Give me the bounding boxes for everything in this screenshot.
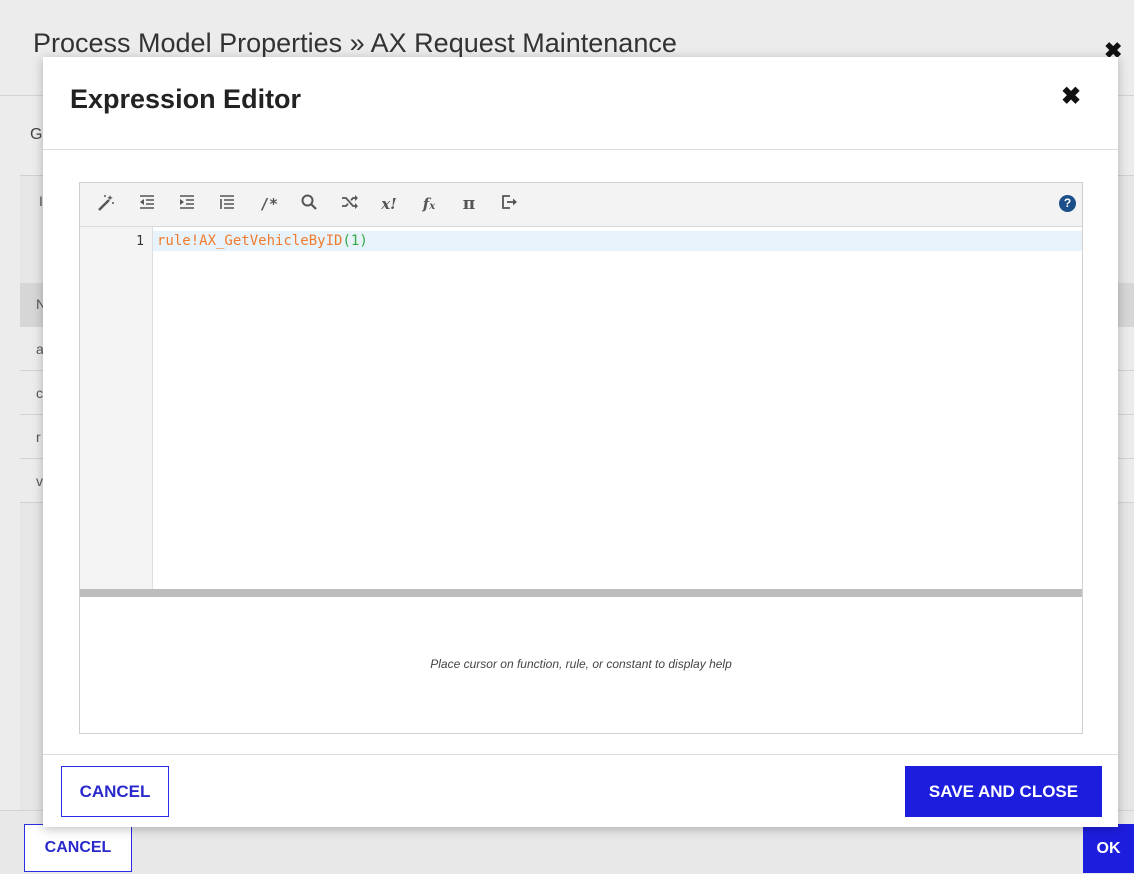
expression-editor: /* x! fx π ? 1 rule!AX_GetVehicleByID(1)… bbox=[79, 182, 1083, 734]
background-tab[interactable]: G bbox=[30, 126, 42, 144]
comment-icon[interactable]: /* bbox=[260, 193, 278, 215]
exclamation-icon[interactable]: x! bbox=[380, 193, 398, 215]
line-number-gutter: 1 bbox=[80, 227, 153, 589]
line-number: 1 bbox=[136, 234, 144, 249]
code-line[interactable]: rule!AX_GetVehicleByID(1) bbox=[157, 233, 368, 249]
cancel-button[interactable]: CANCEL bbox=[61, 766, 169, 817]
save-and-close-button[interactable]: SAVE AND CLOSE bbox=[905, 766, 1102, 817]
format-list-icon[interactable] bbox=[218, 193, 236, 215]
background-cancel-button[interactable]: CANCEL bbox=[24, 824, 132, 872]
search-icon[interactable] bbox=[300, 193, 318, 215]
magic-wand-icon[interactable] bbox=[96, 193, 116, 215]
pi-icon[interactable]: π bbox=[460, 193, 478, 215]
background-table-cell: r bbox=[36, 429, 41, 445]
background-table-cell: c bbox=[36, 385, 43, 401]
background-dialog-title: Process Model Properties » AX Request Ma… bbox=[33, 28, 677, 58]
indent-icon[interactable] bbox=[178, 193, 196, 215]
help-text: Place cursor on function, rule, or const… bbox=[430, 657, 732, 671]
shuffle-icon[interactable] bbox=[340, 193, 360, 215]
outdent-icon[interactable] bbox=[138, 193, 156, 215]
close-icon[interactable]: ✖ bbox=[1061, 82, 1081, 111]
background-table-cell: v bbox=[36, 473, 43, 489]
export-icon[interactable] bbox=[500, 193, 518, 215]
code-paren-open: ( bbox=[342, 233, 351, 249]
function-icon[interactable]: fx bbox=[420, 193, 438, 215]
expression-editor-modal: Expression Editor ✖ /* x! fx π ? 1 rule!… bbox=[43, 57, 1118, 827]
help-pane: Place cursor on function, rule, or const… bbox=[80, 597, 1082, 733]
background-ok-button[interactable]: OK bbox=[1083, 824, 1134, 873]
resize-splitter[interactable] bbox=[80, 589, 1082, 597]
help-icon[interactable]: ? bbox=[1059, 195, 1076, 212]
code-rule-token: rule!AX_GetVehicleByID bbox=[157, 233, 343, 249]
code-paren-close: ) bbox=[359, 233, 368, 249]
modal-title: Expression Editor bbox=[70, 84, 302, 114]
code-editor[interactable]: rule!AX_GetVehicleByID(1) bbox=[153, 227, 1082, 589]
editor-toolbar: /* x! fx π ? bbox=[80, 183, 1082, 227]
modal-header: Expression Editor ✖ bbox=[43, 57, 1118, 150]
modal-footer: CANCEL SAVE AND CLOSE bbox=[43, 754, 1118, 828]
